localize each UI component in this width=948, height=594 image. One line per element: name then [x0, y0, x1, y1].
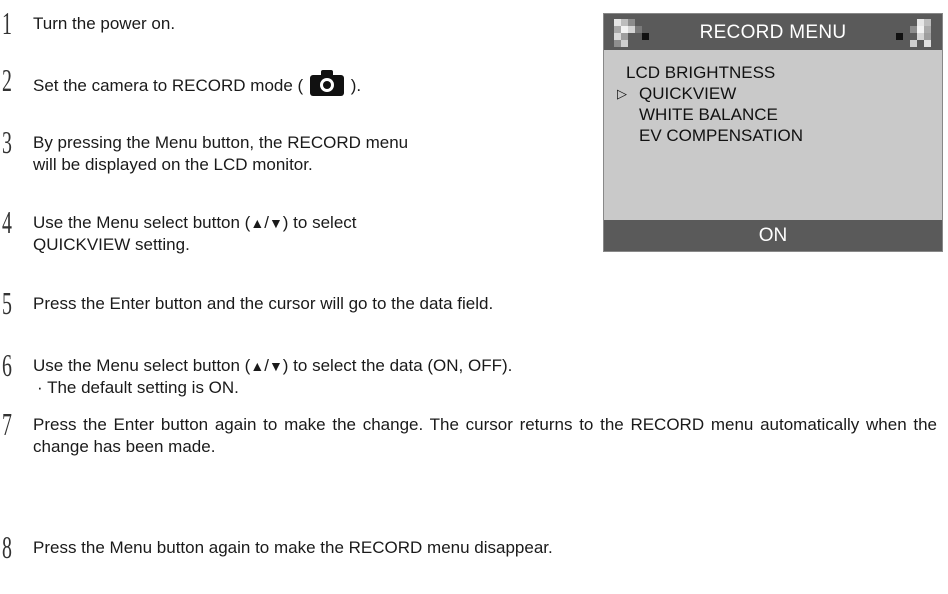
lcd-menu-list: LCD BRIGHTNESS ▷ QUICKVIEW WHITE BALANCE …: [617, 62, 803, 146]
lcd-menu-item-label: QUICKVIEW: [639, 84, 737, 103]
step-text-line: · The default setting is ON.: [37, 378, 239, 397]
step-text: Use the Menu select button (▲/▼) to sele…: [33, 212, 357, 256]
step-text: Turn the power on.: [33, 14, 176, 33]
step-number: 5: [2, 285, 12, 321]
step-text: Press the Enter button again to make the…: [33, 415, 937, 456]
step-text-part: Set the camera to RECORD mode (: [33, 76, 304, 95]
down-arrow-icon: ▼: [268, 358, 283, 374]
step-text: By pressing the Menu button, the RECORD …: [33, 132, 408, 176]
cursor-triangle-icon: ▷: [617, 86, 627, 101]
step-number: 7: [2, 406, 12, 442]
step-text-part: Use the Menu select button (: [33, 213, 251, 232]
step-text: Use the Menu select button (▲/▼) to sele…: [33, 355, 512, 399]
lcd-title: RECORD MENU: [699, 22, 847, 43]
step-text-part: Use the Menu select button (: [33, 356, 251, 375]
up-arrow-icon: ▲: [250, 358, 265, 374]
step-text-part: ).: [350, 76, 362, 95]
lcd-menu-item: WHITE BALANCE: [639, 105, 778, 124]
step-text-part: ) to select the data (ON, OFF).: [282, 356, 513, 375]
step-number: 2: [2, 62, 12, 98]
lcd-menu-item: EV COMPENSATION: [639, 126, 804, 145]
down-arrow-icon: ▼: [268, 215, 283, 231]
lcd-record-menu: RECORD MENU LCD BRIGHTNESS ▷ QUICKVIEW WH…: [603, 13, 943, 252]
up-arrow-icon: ▲: [250, 215, 265, 231]
camera-icon: [309, 70, 344, 96]
step-number: 4: [2, 204, 12, 240]
step-number: 1: [2, 5, 12, 41]
step-text: Set the camera to RECORD mode ( ).: [33, 70, 361, 97]
step-text: Press the Enter button and the cursor wi…: [33, 294, 494, 313]
step-number: 8: [2, 529, 12, 565]
lcd-menu-item-selected: ▷ QUICKVIEW: [617, 83, 803, 104]
step-number: 6: [2, 347, 12, 383]
step-text-line: By pressing the Menu button, the RECORD …: [33, 133, 409, 152]
step-number: 3: [2, 124, 12, 160]
lcd-header: RECORD MENU: [604, 14, 942, 50]
lcd-value-bar: ON: [604, 220, 942, 251]
step-text-line: will be displayed on the LCD monitor.: [33, 155, 313, 174]
step-text: Press the Menu button again to make the …: [33, 538, 553, 557]
step-text-part: ) to select: [282, 213, 357, 232]
lcd-menu-item: LCD BRIGHTNESS: [626, 63, 776, 82]
step-text-line: QUICKVIEW setting.: [33, 235, 190, 254]
